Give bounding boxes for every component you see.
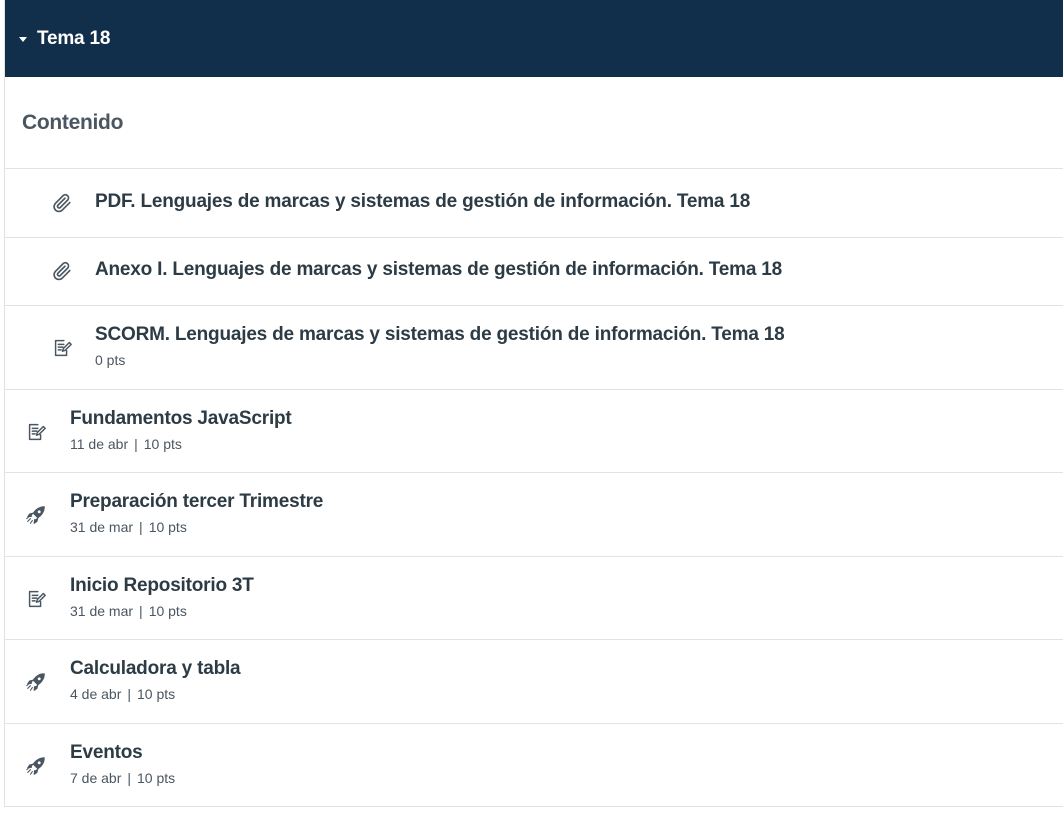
item-title[interactable]: PDF. Lenguajes de marcas y sistemas de g… [95, 191, 750, 213]
item-title[interactable]: SCORM. Lenguajes de marcas y sistemas de… [95, 324, 785, 346]
assignment-icon [24, 587, 48, 611]
meta-separator: | [127, 686, 132, 702]
module-item-preparacion-tercer-trimestre[interactable]: Preparación tercer Trimestre 31 de mar | 1… [5, 473, 1063, 557]
item-due-date: 31 de mar [70, 519, 134, 535]
module-header[interactable]: Tema 18 [5, 0, 1063, 77]
module-item-pdf[interactable]: PDF. Lenguajes de marcas y sistemas de g… [5, 169, 1063, 238]
item-title[interactable]: Eventos [70, 742, 175, 764]
item-points: 10 pts [143, 436, 182, 452]
item-due-date: 4 de abr [70, 686, 122, 702]
caret-down-icon [19, 37, 27, 42]
item-title[interactable]: Fundamentos JavaScript [70, 408, 292, 430]
rocket-icon [24, 503, 48, 527]
item-title[interactable]: Preparación tercer Trimestre [70, 491, 323, 513]
module-item-inicio-repositorio-3t[interactable]: Inicio Repositorio 3T 31 de mar | 10 pts [5, 557, 1063, 640]
meta-separator: | [139, 603, 143, 619]
assignment-icon [50, 336, 74, 360]
item-points: 10 pts [148, 603, 187, 619]
paperclip-icon [50, 259, 74, 283]
item-title[interactable]: Calculadora y tabla [70, 658, 241, 680]
item-due-date: 7 de abr [70, 770, 122, 786]
item-title[interactable]: Inicio Repositorio 3T [70, 575, 254, 597]
item-points: 10 pts [137, 770, 176, 786]
module-item-anexo[interactable]: Anexo I. Lenguajes de marcas y sistemas … [5, 238, 1063, 306]
paperclip-icon [50, 191, 74, 215]
item-meta: 4 de abr | 10 pts [70, 686, 240, 702]
meta-separator: | [134, 436, 138, 452]
item-meta: 7 de abr | 10 pts [70, 770, 175, 786]
meta-separator: | [139, 519, 143, 535]
module-item-calculadora-y-tabla[interactable]: Calculadora y tabla 4 de abr | 10 pts [5, 640, 1063, 724]
subheader-contenido: Contenido [5, 77, 1063, 169]
module-item-scorm[interactable]: SCORM. Lenguajes de marcas y sistemas de… [5, 306, 1063, 390]
item-title[interactable]: Anexo I. Lenguajes de marcas y sistemas … [95, 259, 782, 281]
meta-separator: | [127, 770, 132, 786]
module: Tema 18 Contenido PDF. Lenguajes de marc… [4, 0, 1063, 807]
rocket-icon [24, 754, 48, 778]
module-item-fundamentos-javascript[interactable]: Fundamentos JavaScript 11 de abr | 10 pts [5, 390, 1063, 473]
rocket-icon [24, 670, 48, 694]
module-title: Tema 18 [37, 27, 111, 49]
item-due-date: 11 de abr [70, 436, 129, 452]
item-points: 10 pts [137, 686, 176, 702]
assignment-icon [24, 420, 48, 444]
item-points: 10 pts [148, 519, 187, 535]
subheader-title: Contenido [22, 110, 124, 134]
item-meta: 31 de mar | 10 pts [70, 519, 323, 535]
item-due-date: 31 de mar [70, 603, 134, 619]
item-meta: 11 de abr | 10 pts [70, 436, 292, 452]
item-meta: 31 de mar | 10 pts [70, 603, 254, 619]
item-meta: 0 pts [95, 352, 785, 368]
module-item-eventos[interactable]: Eventos 7 de abr | 10 pts [5, 724, 1063, 807]
item-points: 0 pts [95, 352, 126, 368]
